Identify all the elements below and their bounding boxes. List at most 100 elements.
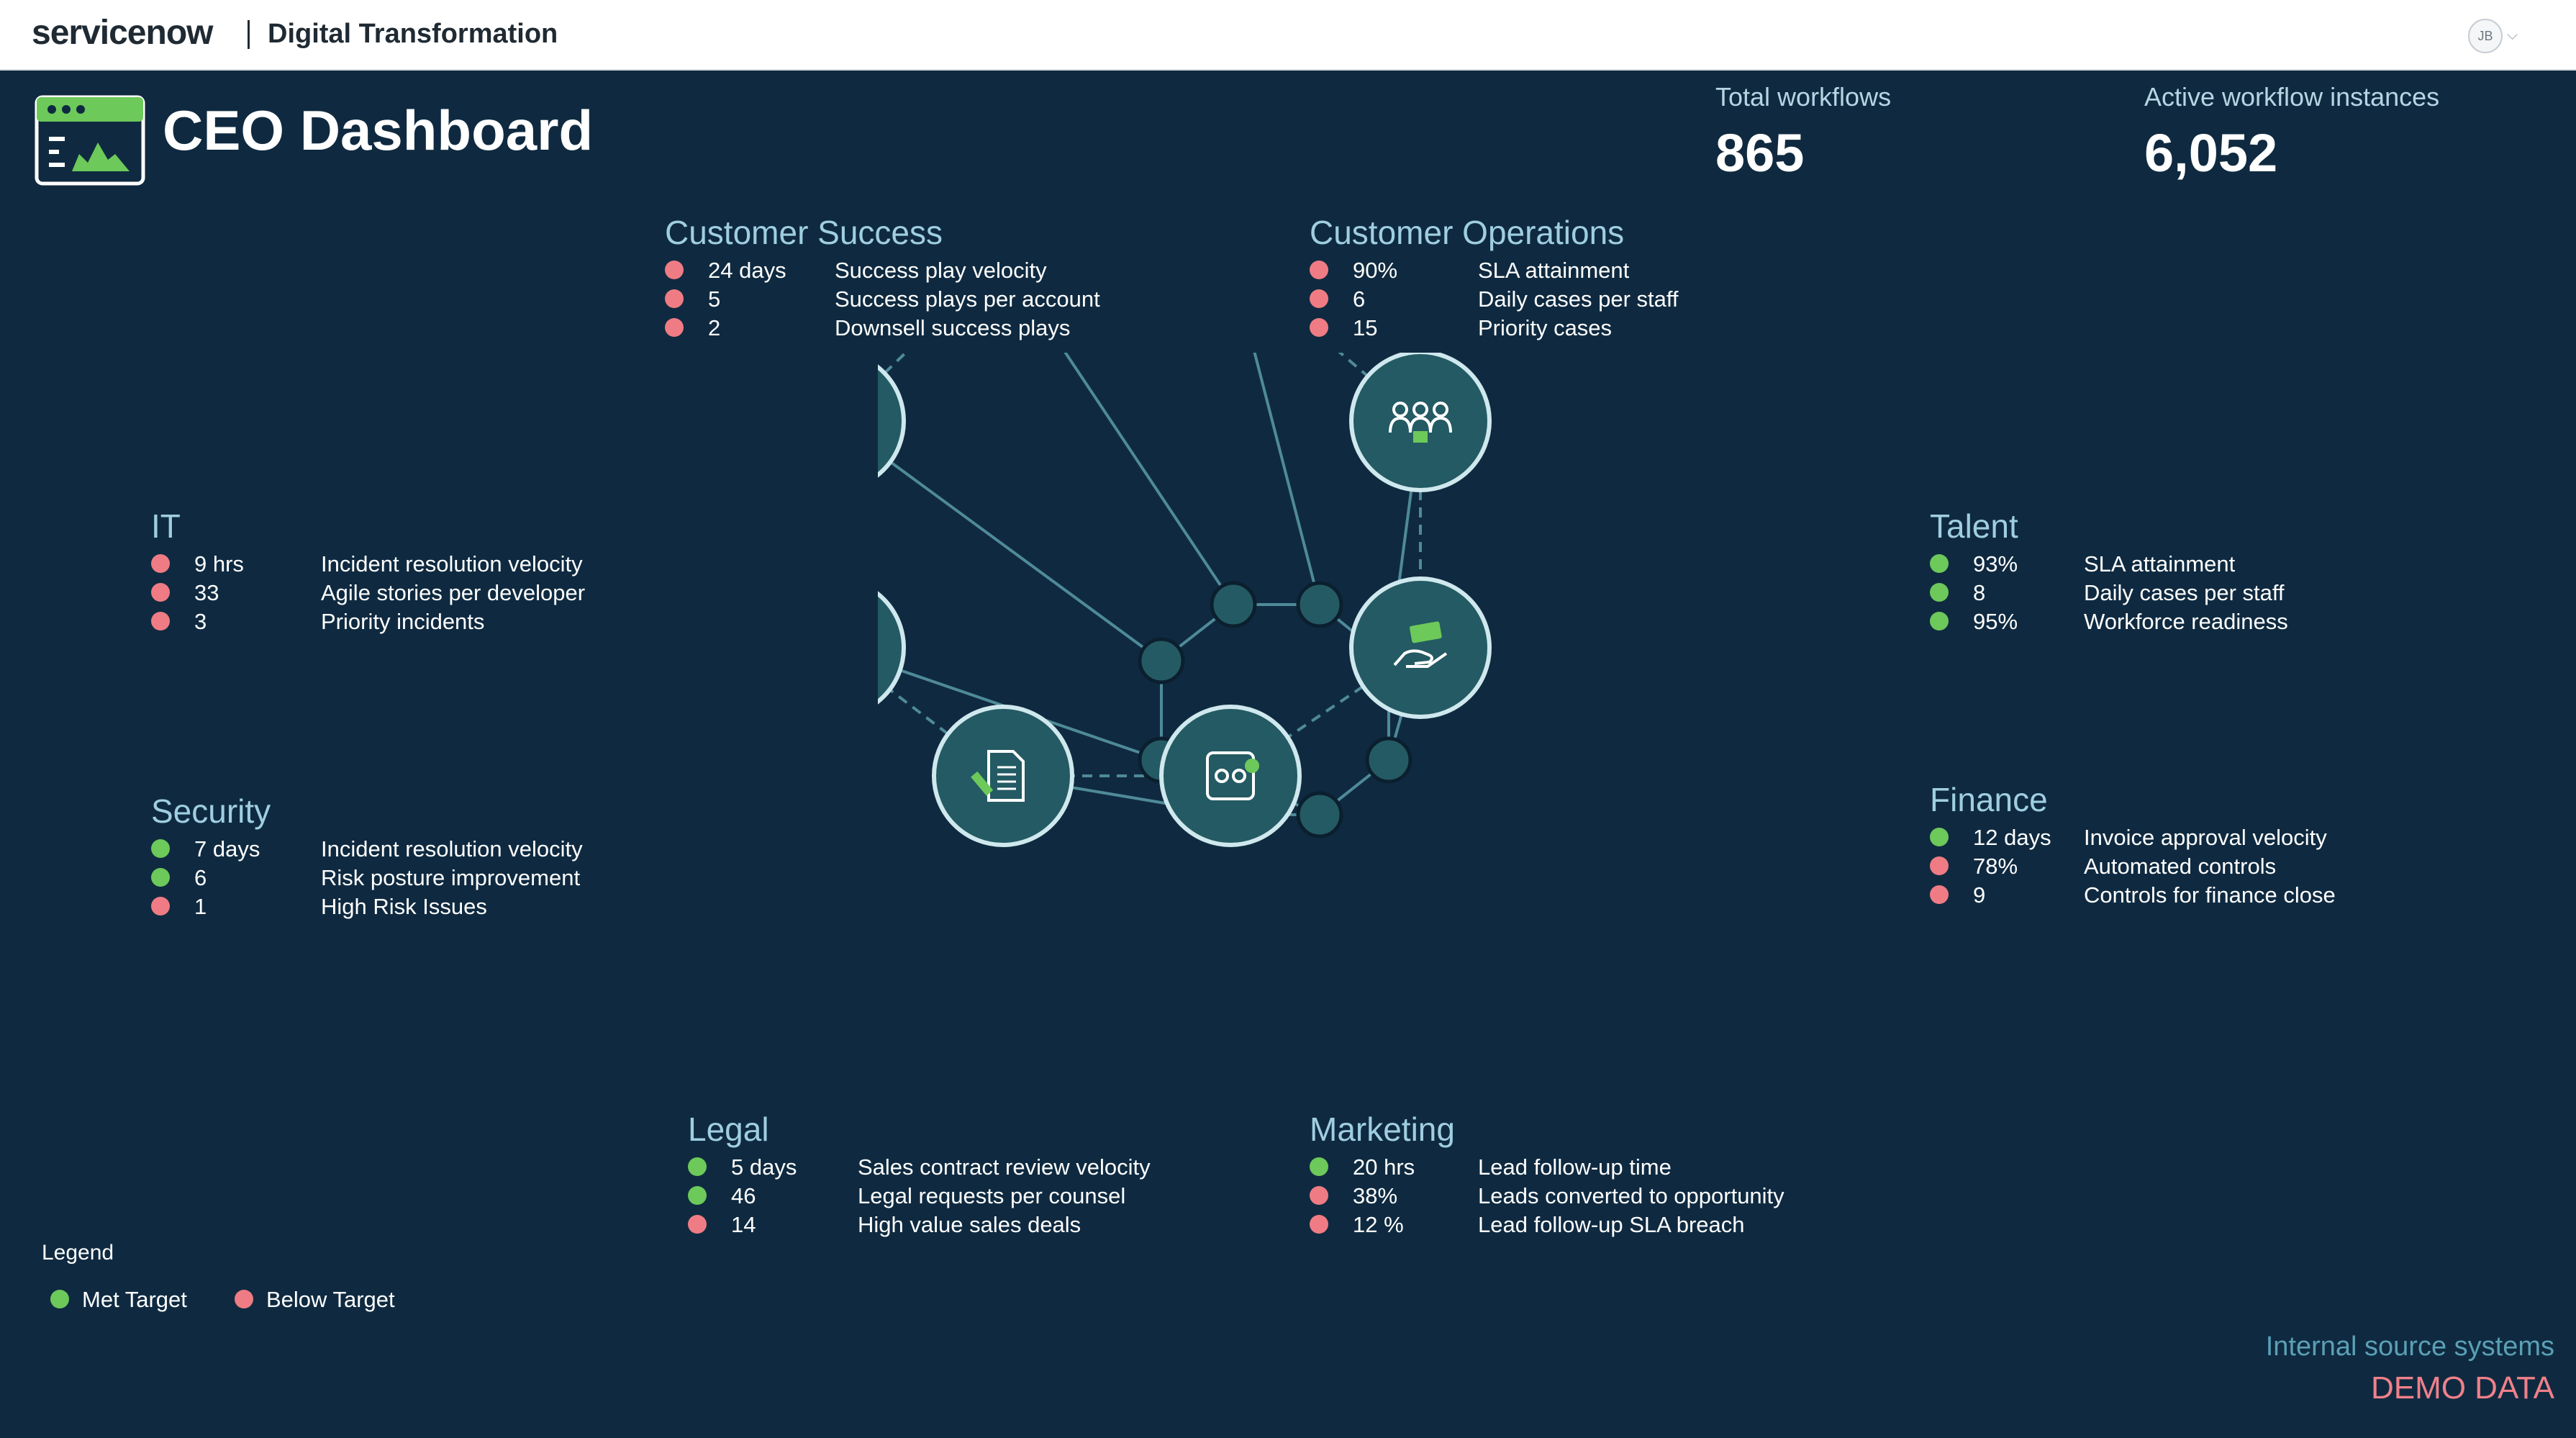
metric-row[interactable]: 24 days Success play velocity [665, 258, 1047, 286]
metric-value: 24 days [708, 258, 786, 283]
section-finance[interactable]: Finance 12 days Invoice approval velocity 7… [1930, 780, 2336, 911]
network-hub-node [1296, 581, 1343, 628]
metric-label: Success plays per account [835, 286, 1100, 312]
metric-value: 2 [708, 315, 721, 340]
network-node-circle [1349, 576, 1492, 719]
section-security[interactable]: Security 7 days Incident resolution veloci… [151, 792, 583, 923]
metric-value: 20 hrs [1353, 1154, 1415, 1180]
metric-label: Risk posture improvement [321, 865, 581, 890]
network-node[interactable] [1159, 705, 1302, 847]
status-dot [1310, 289, 1328, 308]
section-title: Customer Operations [1310, 214, 1625, 251]
metric-row[interactable]: 90% SLA attainment [1310, 258, 1629, 286]
brand-logo[interactable]: servicenow [32, 13, 213, 53]
network-link [1253, 353, 1321, 605]
metric-row[interactable]: 1 High Risk Issues [151, 894, 487, 923]
status-dot [688, 1215, 707, 1234]
network-node[interactable] [1349, 353, 1492, 492]
metric-row[interactable]: 93% SLA attainment [1930, 551, 2235, 580]
status-dot [1310, 261, 1328, 279]
network-node-circle [932, 705, 1074, 847]
section-marketing[interactable]: Marketing 20 hrs Lead follow-up time 38% Lea… [1310, 1110, 1784, 1241]
metric-row[interactable]: 2 Downsell success plays [665, 315, 1070, 344]
metric-row[interactable]: 6 Risk posture improvement [151, 865, 580, 894]
metric-value: 95% [1973, 609, 2018, 634]
metric-label: Incident resolution velocity [321, 836, 583, 862]
network-node[interactable] [932, 705, 1074, 847]
metric-row[interactable]: 5 days Sales contract review velocity [688, 1154, 1151, 1183]
network-hub-node [1296, 791, 1343, 838]
metric-row[interactable]: 20 hrs Lead follow-up time [1310, 1154, 1672, 1183]
metric-row[interactable]: 3 Priority incidents [151, 609, 484, 638]
dashboard-icon [35, 95, 145, 186]
network-link [878, 451, 1163, 662]
section-title: Talent [1930, 507, 2018, 545]
metric-row[interactable]: 6 Daily cases per staff [1310, 286, 1679, 315]
metric-label: Daily cases per staff [1478, 286, 1679, 312]
metric-label: High value sales deals [858, 1212, 1081, 1237]
metric-row[interactable]: 8 Daily cases per staff [1930, 580, 2285, 609]
kpi-total-workflows-value: 865 [1715, 123, 1805, 183]
legend-below-dot [235, 1290, 253, 1308]
status-dot [151, 897, 170, 915]
legend-title: Legend [42, 1241, 114, 1265]
status-dot [665, 318, 684, 337]
section-title: Marketing [1310, 1111, 1455, 1148]
chevron-down-icon[interactable]: ⌵ [2507, 27, 2518, 44]
metric-row[interactable]: 33 Agile stories per developer [151, 580, 585, 609]
section-title: Security [151, 792, 271, 830]
status-dot [151, 868, 170, 887]
metric-label: Downsell success plays [835, 315, 1071, 340]
user-avatar[interactable]: JB [2468, 19, 2503, 53]
metric-row[interactable]: 38% Leads converted to opportunity [1310, 1183, 1784, 1212]
metric-value: 9 hrs [194, 551, 244, 576]
status-dot [1930, 554, 1949, 573]
status-dot [665, 261, 684, 279]
metric-value: 14 [731, 1212, 756, 1237]
section-talent[interactable]: Talent 93% SLA attainment 8 Daily cases per … [1930, 507, 2288, 638]
metric-value: 7 days [194, 836, 260, 862]
metric-row[interactable]: 9 Controls for finance close [1930, 882, 2336, 911]
metric-row[interactable]: 78% Automated controls [1930, 854, 2276, 882]
kpi-active-instances-label: Active workflow instances [2144, 82, 2440, 112]
legend-met-label: Met Target [82, 1287, 187, 1312]
section-title: IT [151, 507, 181, 545]
network-hub-node [1138, 637, 1185, 684]
metric-row[interactable]: 46 Legal requests per counsel [688, 1183, 1125, 1212]
metric-row[interactable]: 5 Success plays per account [665, 286, 1100, 315]
metric-row[interactable]: 7 days Incident resolution velocity [151, 836, 583, 865]
metric-label: High Risk Issues [321, 894, 487, 919]
workflow-network-diagram [878, 353, 1492, 847]
metric-row[interactable]: 14 High value sales deals [688, 1212, 1081, 1241]
network-node-circle [1159, 705, 1302, 847]
metric-row[interactable]: 15 Priority cases [1310, 315, 1624, 344]
brand-divider [248, 20, 250, 49]
metric-value: 8 [1973, 580, 1986, 605]
metric-value: 90% [1353, 258, 1398, 283]
app-name: Digital Transformation [268, 19, 558, 49]
metric-label: Priority cases [1478, 315, 1613, 340]
metric-value: 6 [194, 865, 207, 890]
kpi-total-workflows-label: Total workflows [1715, 82, 1892, 112]
section-legal[interactable]: Legal 5 days Sales contract review velocit… [688, 1110, 1151, 1241]
network-node[interactable] [1349, 576, 1492, 719]
metric-row[interactable]: 12 days Invoice approval velocity [1930, 825, 2327, 854]
metric-row[interactable]: 9 hrs Incident resolution velocity [151, 551, 583, 580]
metric-row[interactable]: 95% Workforce readiness [1930, 609, 2288, 638]
metric-value: 33 [194, 580, 219, 605]
metric-value: 15 [1353, 315, 1378, 340]
status-dot [1930, 828, 1949, 846]
status-dot [688, 1157, 707, 1176]
metric-label: Success play velocity [835, 258, 1047, 283]
section-it[interactable]: IT 9 hrs Incident resolution velocity 33 Agi… [151, 507, 585, 638]
status-dot [1310, 1186, 1328, 1205]
section-customer-operations[interactable]: Customer Operations 90% SLA attainment 6 Dai… [1310, 213, 1679, 344]
network-hub-node [1365, 736, 1412, 784]
metric-row[interactable]: 12 % Lead follow-up SLA breach [1310, 1212, 1745, 1241]
metric-label: Sales contract review velocity [858, 1154, 1151, 1180]
status-dot [1310, 1215, 1328, 1234]
metric-label: Workforce readiness [2084, 609, 2288, 634]
section-customer-success[interactable]: Customer Success 24 days Success play velo… [665, 213, 1100, 344]
status-dot [151, 612, 170, 630]
kpi-active-instances-value: 6,052 [2144, 123, 2278, 183]
